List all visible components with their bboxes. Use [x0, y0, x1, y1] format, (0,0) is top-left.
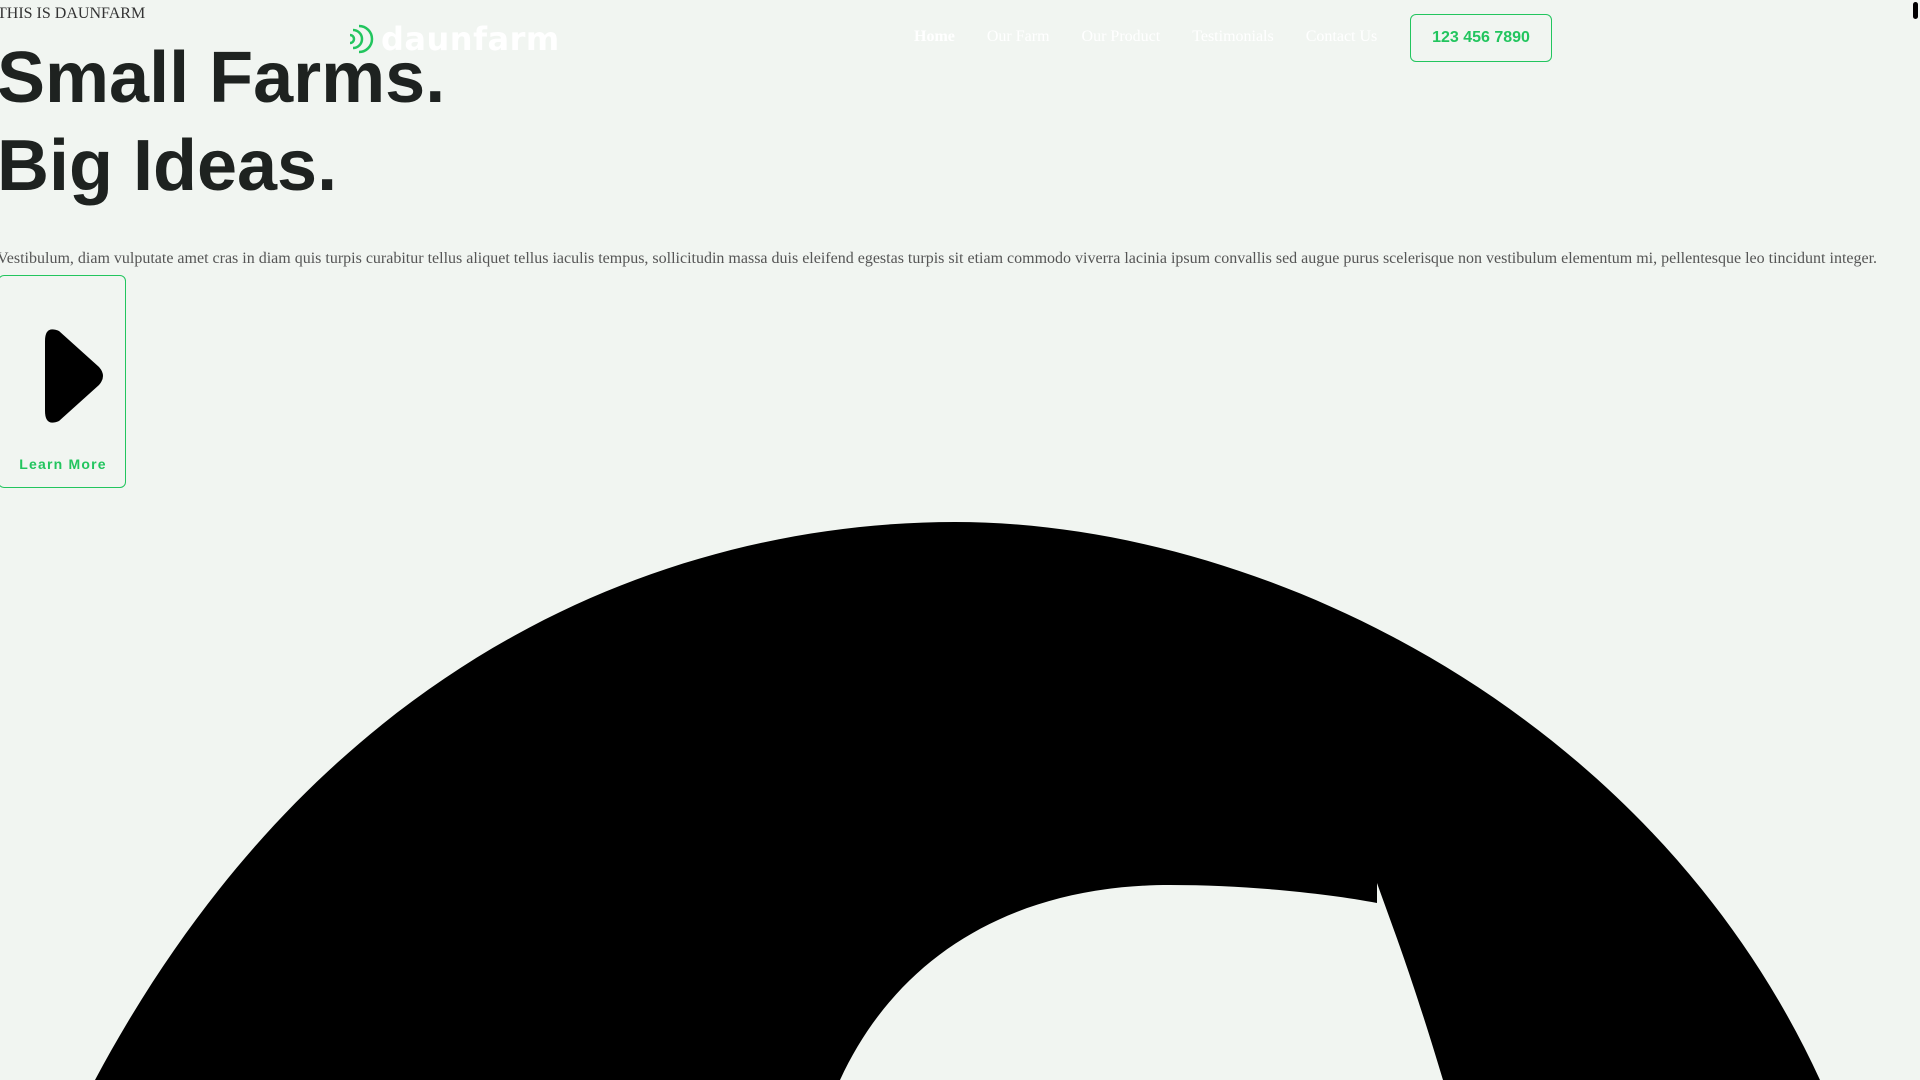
logo-text: daunfarm	[381, 20, 560, 58]
logo[interactable]: daunfarm	[349, 20, 560, 58]
learn-more-label: Learn More	[19, 456, 107, 472]
hero-lead-text: Vestibulum, diam vulputate amet cras in …	[0, 250, 1878, 267]
nav-testimonials[interactable]: Testimonials	[1192, 26, 1274, 48]
scrollbar[interactable]	[1910, 0, 1920, 1080]
chevron-right-icon	[45, 329, 103, 423]
main-nav: Home Our Farm Our Product Testimonials C…	[914, 26, 1409, 48]
nav-our-product[interactable]: Our Product	[1082, 26, 1161, 48]
navbar: daunfarm Home Our Farm Our Product Testi…	[0, 0, 1920, 78]
nav-home[interactable]: Home	[914, 26, 955, 48]
page: daunfarm Home Our Farm Our Product Testi…	[0, 0, 1920, 1080]
scrollbar-thumb[interactable]	[1913, 2, 1918, 19]
hero-headline-line-2: Big Ideas.	[0, 126, 338, 206]
learn-more-button[interactable]: Learn More	[0, 275, 126, 488]
nav-contact-us[interactable]: Contact Us	[1306, 26, 1378, 48]
oversized-logo-graphic	[95, 522, 1820, 1080]
phone-button[interactable]: 123 456 7890	[1410, 14, 1552, 62]
logo-mark-icon	[349, 24, 374, 54]
nav-our-farm[interactable]: Our Farm	[987, 26, 1050, 48]
